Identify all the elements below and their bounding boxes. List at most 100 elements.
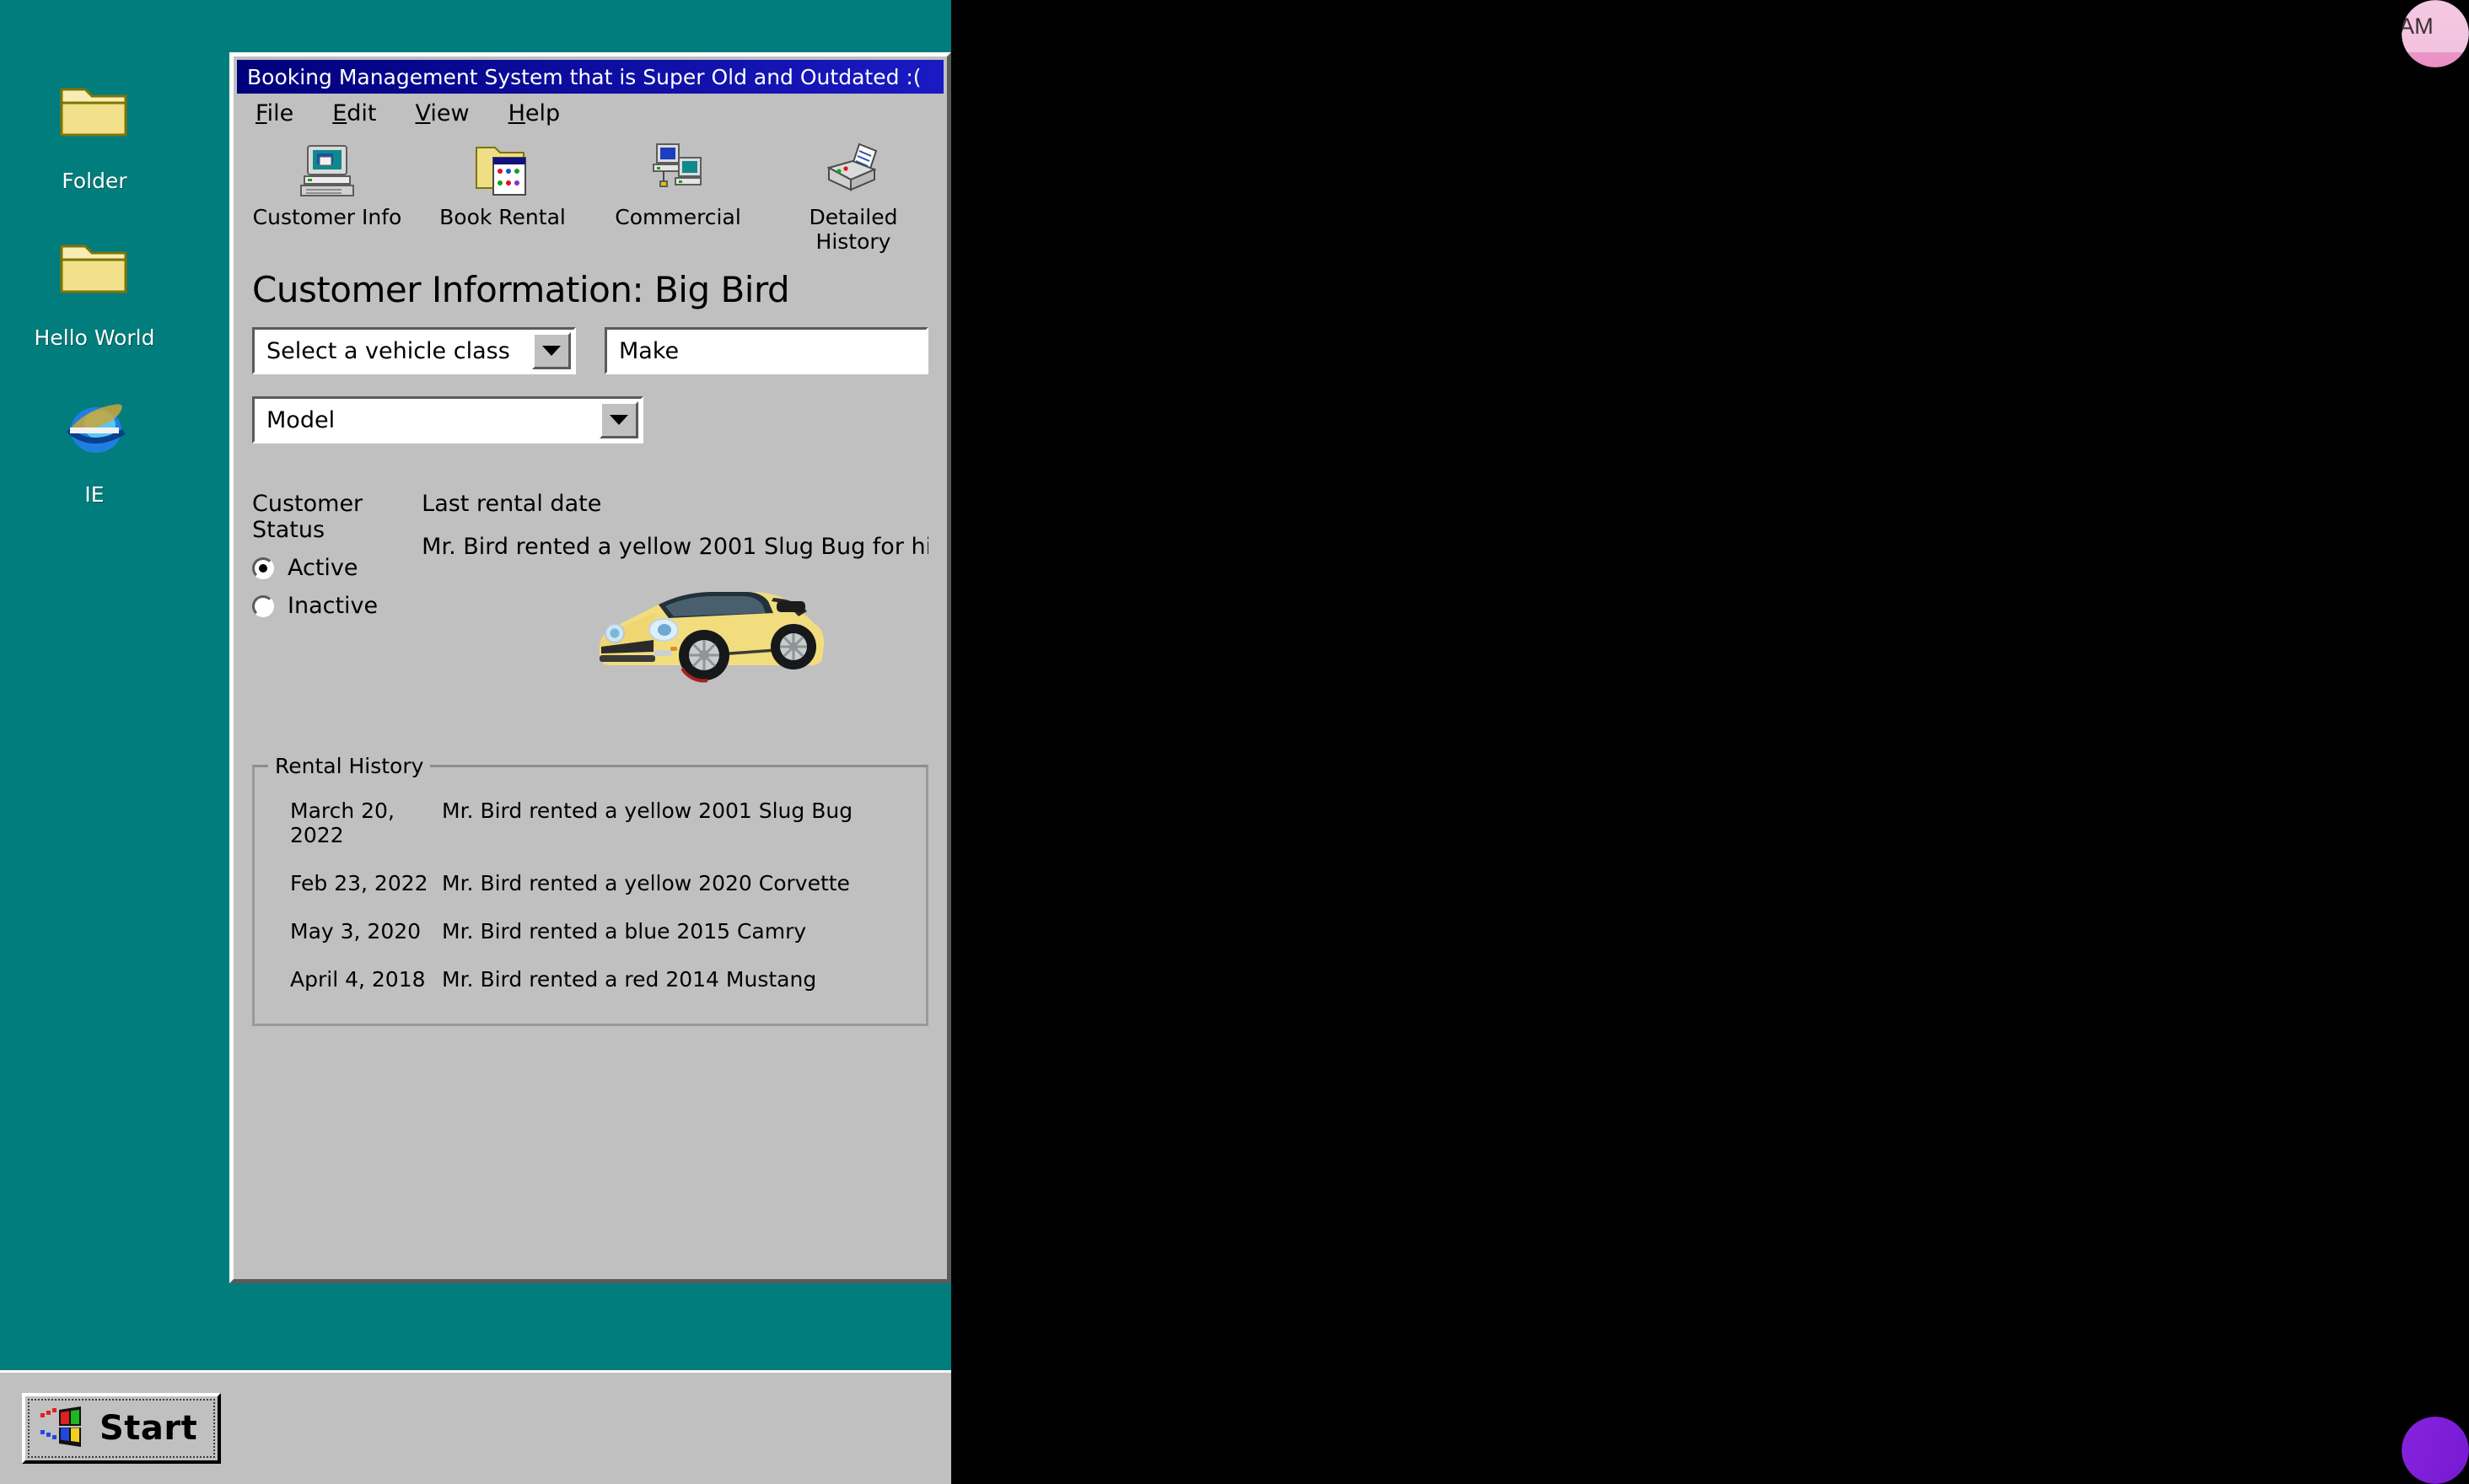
radio-inactive[interactable]: Inactive bbox=[252, 593, 378, 619]
dock-item-calendar[interactable]: JUL 17 bbox=[1137, 1321, 1260, 1444]
radio-button-icon[interactable] bbox=[252, 594, 274, 617]
last-rental-label: Last rental date bbox=[422, 491, 602, 517]
skeleton-input-right-1[interactable] bbox=[1479, 378, 1907, 427]
menu-view[interactable]: View bbox=[416, 100, 470, 126]
rental-history-legend: Rental History bbox=[275, 754, 424, 778]
menu-edit[interactable]: Edit bbox=[332, 100, 376, 126]
menu-rest: elp bbox=[524, 99, 561, 126]
computer-icon bbox=[252, 141, 402, 198]
internet-explorer-icon bbox=[24, 395, 165, 476]
browser-toolbar bbox=[956, 126, 2326, 186]
menu-rest: dit bbox=[347, 99, 377, 126]
desktop-icon-hello-world[interactable]: Hello World bbox=[24, 238, 165, 350]
table-row[interactable]: April 4, 2018 Mr. Bird rented a red 2014… bbox=[255, 955, 926, 1003]
skeleton-text-line bbox=[956, 1155, 1960, 1180]
skeleton-input-left-1[interactable] bbox=[956, 378, 1268, 427]
button-label-placeholder bbox=[1821, 797, 1919, 810]
rental-date: March 20, 2022 bbox=[290, 798, 395, 847]
desktop-icon-label: Folder bbox=[62, 169, 127, 193]
desktop-icon-ie[interactable]: IE bbox=[24, 395, 165, 507]
mac-menu-bar: Mon Jun 22 9:41 AM bbox=[951, 0, 2469, 52]
tab-overflow-menu-icon[interactable]: ••• bbox=[1587, 70, 1619, 102]
toolbar-button-label: Detailed History bbox=[809, 205, 898, 254]
wifi-icon[interactable] bbox=[1993, 14, 2025, 38]
table-row[interactable]: Feb 23, 2022 Mr. Bird rented a yellow 20… bbox=[255, 859, 926, 907]
skeleton-hero-banner bbox=[956, 212, 1842, 293]
menu-help[interactable]: Help bbox=[508, 100, 561, 126]
control-center-icon[interactable] bbox=[2117, 13, 2144, 39]
desktop-icon-folder[interactable]: Folder bbox=[24, 81, 165, 193]
skeleton-input-left-3[interactable] bbox=[956, 708, 1268, 757]
table-row[interactable]: May 3, 2020 Mr. Bird rented a blue 2015 … bbox=[255, 907, 926, 955]
vehicle-class-value: Select a vehicle class bbox=[266, 337, 510, 364]
customer-status-group: Customer Status Active Inactive bbox=[252, 491, 378, 619]
dock-item-books[interactable] bbox=[992, 1321, 1115, 1444]
rental-description: Mr. Bird rented a yellow 2020 Corvette bbox=[442, 871, 850, 895]
skeleton-text-line bbox=[956, 1201, 1960, 1226]
folder-document-icon bbox=[428, 141, 578, 198]
page-sidebar bbox=[2002, 186, 2326, 1287]
browser-tab-netflix[interactable]: Netflix Origi... bbox=[1649, 60, 1863, 112]
customer-status-label: Customer Status bbox=[252, 491, 363, 543]
toolbar-button-label: Commercial bbox=[615, 205, 741, 229]
vehicle-class-select[interactable]: Select a vehicle class bbox=[252, 327, 576, 374]
menu-accel: H bbox=[508, 99, 525, 126]
rental-date: April 4, 2018 bbox=[290, 967, 426, 992]
browser-tab-title: Develop. Pr... bbox=[1933, 73, 2075, 99]
skeleton-green-outline-button[interactable] bbox=[1371, 447, 1523, 504]
calendar-month-label: JUL bbox=[1137, 1321, 1260, 1353]
menu-bar-date[interactable]: Mon Jun 22 bbox=[2203, 13, 2323, 40]
app-toolbar: Customer Info Book Rental Commercial Det… bbox=[234, 132, 947, 254]
browser-tab-title: Netflix Origi... bbox=[1705, 73, 1848, 99]
make-input[interactable]: Make bbox=[605, 327, 928, 374]
vercel-triangle-icon bbox=[1892, 73, 1921, 99]
browser-tab-carrentalcorp[interactable]: CarRentalCorp.com 🔒 ••• bbox=[976, 60, 1634, 112]
dock-item-trash[interactable] bbox=[1464, 1321, 1587, 1444]
dock-separator bbox=[1434, 1331, 1435, 1435]
windows-taskbar: Start bbox=[0, 1370, 951, 1484]
skeleton-input-right-3[interactable] bbox=[1479, 708, 1956, 757]
toolbar-button-book-rental[interactable]: Book Rental bbox=[428, 141, 578, 254]
battery-icon[interactable] bbox=[2051, 15, 2091, 37]
browser-window: CarRentalCorp.com 🔒 ••• Netflix Origi...… bbox=[956, 46, 2326, 1287]
desktop-icon-label: IE bbox=[84, 482, 105, 507]
window-title-bar[interactable]: Booking Management System that is Super … bbox=[237, 60, 944, 94]
calendar-day-label: 17 bbox=[1162, 1363, 1234, 1435]
menu-rest: iew bbox=[430, 99, 470, 126]
dock-item-safari[interactable] bbox=[1282, 1321, 1405, 1460]
screen: Mon Jun 22 9:41 AM CarRentalCorp.com 🔒 •… bbox=[0, 0, 2469, 1484]
menu-accel: F bbox=[256, 99, 267, 126]
radio-label: Inactive bbox=[288, 593, 379, 619]
menu-file[interactable]: File bbox=[256, 100, 293, 126]
toolbar-button-customer-info[interactable]: Customer Info bbox=[252, 141, 402, 254]
radio-button-icon[interactable] bbox=[252, 556, 274, 579]
skeleton-image-placeholder bbox=[1553, 1224, 2005, 1287]
lock-icon: 🔒 bbox=[1257, 73, 1284, 98]
netflix-icon bbox=[1665, 74, 1693, 98]
start-button[interactable]: Start bbox=[22, 1393, 221, 1464]
skeleton-label-2 bbox=[1479, 661, 1671, 683]
rental-history-group: Rental History March 20, 2022 Mr. Bird r… bbox=[252, 754, 928, 1026]
rental-date: May 3, 2020 bbox=[290, 919, 422, 944]
rental-description: Mr. Bird rented a yellow 2001 Slug Bug bbox=[442, 798, 853, 823]
chevron-down-icon[interactable] bbox=[600, 401, 638, 438]
network-computers-icon bbox=[603, 141, 753, 198]
skeleton-divider bbox=[956, 1039, 1958, 1044]
skeleton-input-left-2[interactable] bbox=[956, 570, 1268, 619]
browser-tab-develop[interactable]: Develop. Pr... bbox=[1877, 60, 2090, 112]
table-row[interactable]: March 20, 2022 Mr. Bird rented a yellow … bbox=[255, 787, 926, 859]
app-menu-bar: File Edit View Help bbox=[234, 94, 947, 132]
skeleton-input-right-2[interactable] bbox=[1479, 570, 1956, 619]
radio-active[interactable]: Active bbox=[252, 555, 378, 581]
menu-bar-clock[interactable]: 9:41 AM bbox=[2349, 13, 2434, 40]
toolbar-button-commercial[interactable]: Commercial bbox=[603, 141, 753, 254]
new-tab-button[interactable]: + bbox=[2122, 67, 2144, 105]
chevron-down-icon[interactable] bbox=[532, 332, 571, 369]
toolbar-button-detailed-history[interactable]: Detailed History bbox=[778, 141, 928, 254]
app-running-indicator bbox=[1339, 1451, 1347, 1460]
model-row: Model bbox=[234, 396, 947, 444]
skeleton-submit-button[interactable] bbox=[1794, 776, 1946, 831]
vehicle-selectors-row: Select a vehicle class Make bbox=[234, 327, 947, 374]
model-select[interactable]: Model bbox=[252, 396, 643, 444]
desktop-icon-label: Hello World bbox=[34, 325, 155, 350]
